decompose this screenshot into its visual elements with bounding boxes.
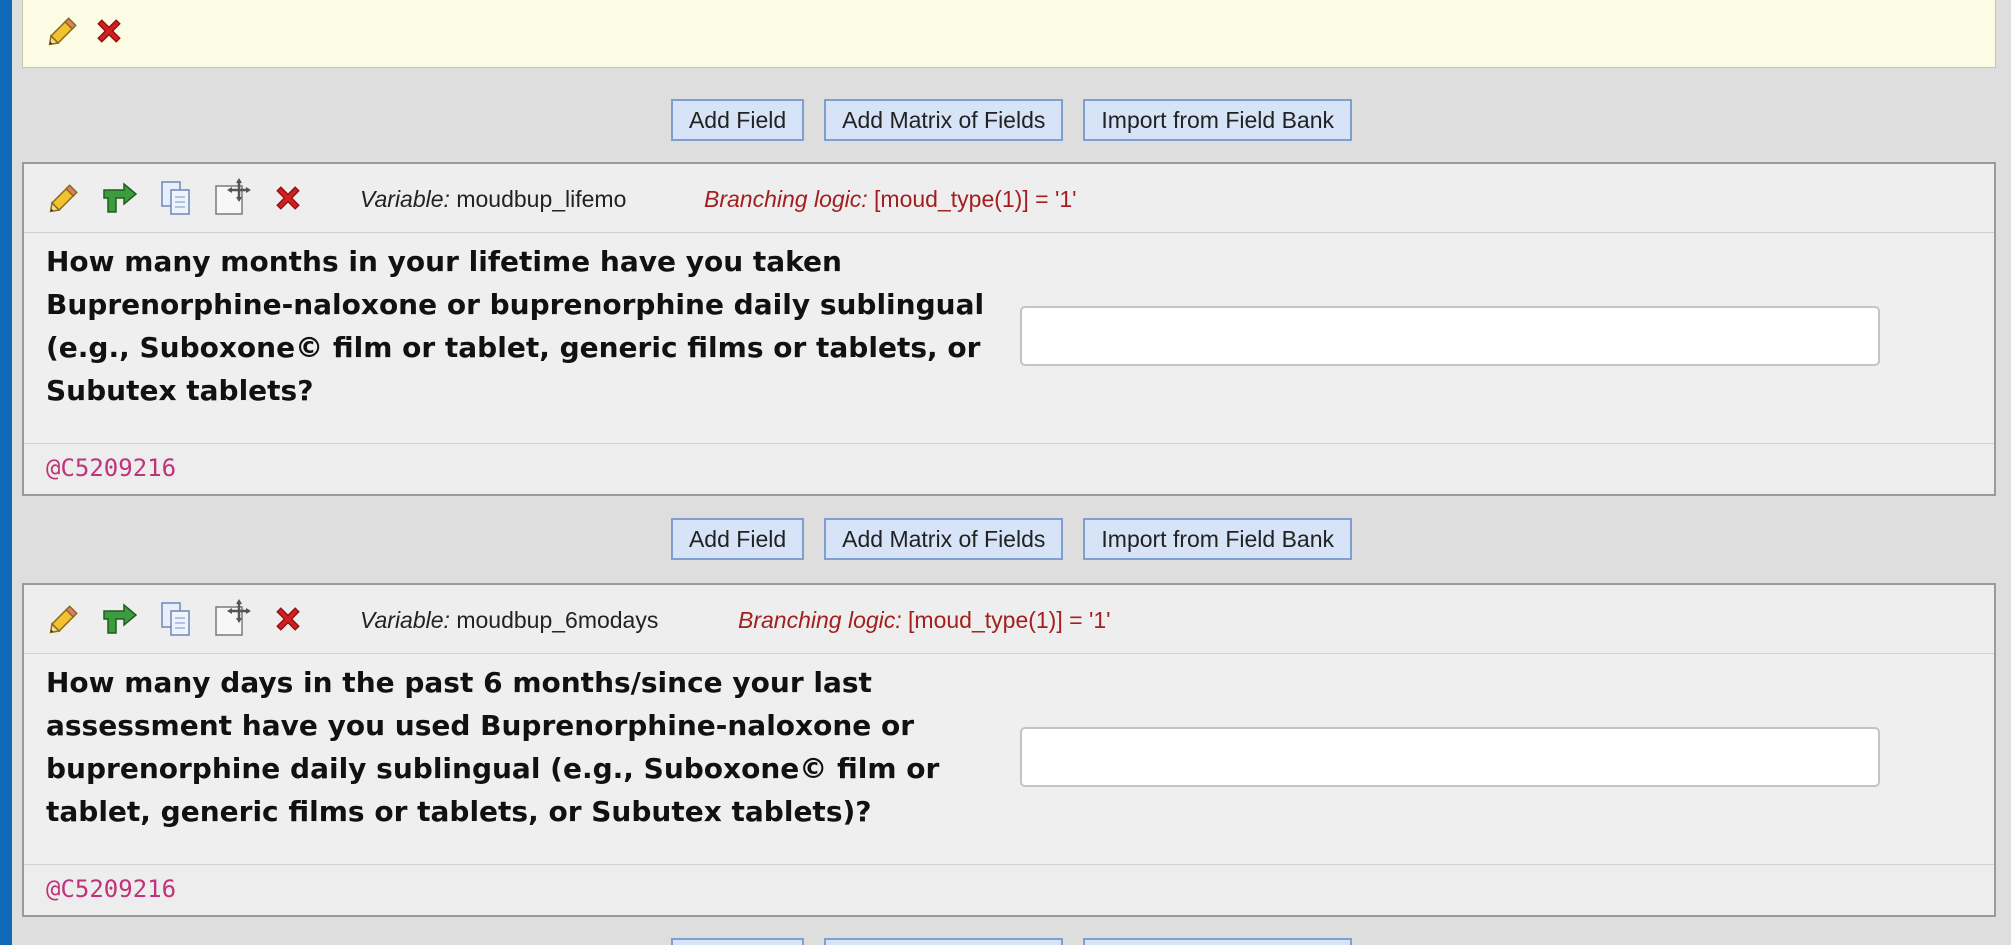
add-matrix-button[interactable]: Add Matrix of Fields	[824, 938, 1064, 945]
variable-value: moudbup_6modays	[456, 607, 659, 633]
branching-value: [moud_type(1)] = '1'	[874, 186, 1077, 212]
answer-input[interactable]	[1020, 306, 1880, 366]
designer-frame: Add Field Add Matrix of Fields Import fr…	[12, 0, 2011, 945]
add-field-button[interactable]: Add Field	[670, 99, 805, 141]
branching-label: Branching logic:	[738, 607, 902, 633]
delete-icon[interactable]	[91, 13, 127, 49]
add-field-toolbar: Add Field Add Matrix of Fields Import fr…	[12, 938, 2011, 945]
section-header-box	[22, 0, 1996, 68]
field-question: How many days in the past 6 months/since…	[46, 666, 940, 828]
import-field-bank-button[interactable]: Import from Field Bank	[1083, 518, 1353, 560]
edit-field-icon[interactable]	[44, 599, 84, 639]
field-card-header: Variable: moudbup_lifemo Branching logic…	[24, 164, 1994, 233]
copy-icon[interactable]	[156, 178, 196, 218]
branching-value: [moud_type(1)] = '1'	[908, 607, 1111, 633]
field-tools	[44, 599, 308, 639]
field-card: Variable: moudbup_6modays Branching logi…	[22, 583, 1996, 917]
branching-label: Branching logic:	[704, 186, 868, 212]
annotation-text: @C5209216	[46, 875, 177, 903]
move-icon[interactable]	[212, 599, 252, 639]
import-field-bank-button[interactable]: Import from Field Bank	[1083, 99, 1353, 141]
delete-icon[interactable]	[268, 178, 308, 218]
move-icon[interactable]	[212, 178, 252, 218]
branching-logic-icon[interactable]	[100, 599, 140, 639]
add-matrix-button[interactable]: Add Matrix of Fields	[824, 99, 1064, 141]
copy-icon[interactable]	[156, 599, 196, 639]
add-field-toolbar: Add Field Add Matrix of Fields Import fr…	[12, 99, 2011, 141]
field-question: How many months in your lifetime have yo…	[46, 245, 985, 407]
variable-label: Variable:	[360, 607, 450, 633]
import-field-bank-button[interactable]: Import from Field Bank	[1083, 938, 1353, 945]
edit-field-icon[interactable]	[44, 178, 84, 218]
add-field-button[interactable]: Add Field	[670, 518, 805, 560]
branching-logic: Branching logic: [moud_type(1)] = '1'	[704, 186, 1077, 213]
field-tools	[44, 178, 308, 218]
add-matrix-button[interactable]: Add Matrix of Fields	[824, 518, 1064, 560]
field-annotation: @C5209216	[24, 864, 1994, 915]
annotation-text: @C5209216	[46, 454, 177, 482]
pencil-icon[interactable]	[43, 11, 83, 51]
variable-name: Variable: moudbup_lifemo	[360, 186, 626, 213]
delete-icon[interactable]	[268, 599, 308, 639]
add-field-toolbar: Add Field Add Matrix of Fields Import fr…	[12, 518, 2011, 560]
variable-label: Variable:	[360, 186, 450, 212]
branching-logic-icon[interactable]	[100, 178, 140, 218]
field-card: Variable: moudbup_lifemo Branching logic…	[22, 162, 1996, 496]
add-field-button[interactable]: Add Field	[670, 938, 805, 945]
branching-logic: Branching logic: [moud_type(1)] = '1'	[738, 607, 1111, 634]
field-annotation: @C5209216	[24, 443, 1994, 494]
variable-value: moudbup_lifemo	[456, 186, 627, 212]
variable-name: Variable: moudbup_6modays	[360, 607, 658, 634]
field-card-header: Variable: moudbup_6modays Branching logi…	[24, 585, 1994, 654]
answer-input[interactable]	[1020, 727, 1880, 787]
section-header-tools	[43, 11, 127, 51]
